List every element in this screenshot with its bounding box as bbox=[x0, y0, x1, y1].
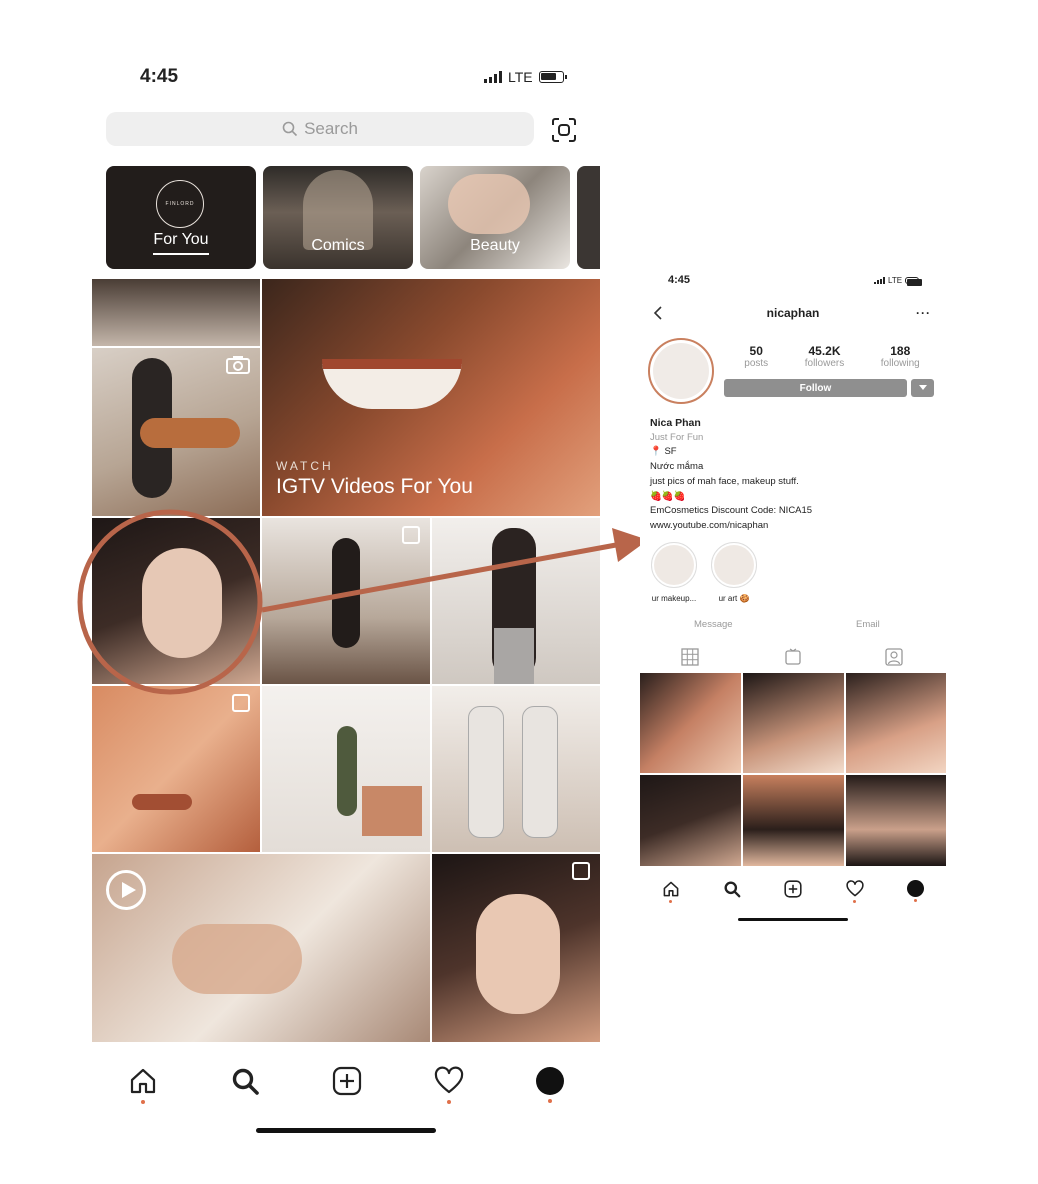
highlight-ring bbox=[711, 542, 757, 588]
chevron-down-icon bbox=[918, 385, 927, 390]
profile-grid-post[interactable] bbox=[846, 673, 946, 773]
profile-grid-post[interactable] bbox=[846, 775, 946, 866]
profile-grid-post[interactable] bbox=[640, 775, 741, 866]
stat-followers[interactable]: 45.2K followers bbox=[805, 344, 844, 369]
bio-emoji: 🍓🍓🍓 bbox=[650, 490, 686, 502]
network-label: LTE bbox=[888, 276, 903, 285]
bio-link[interactable]: www.youtube.com/nicaphan bbox=[650, 519, 940, 534]
profile-stats: 50 posts 45.2K followers 188 following bbox=[726, 344, 938, 369]
battery-icon bbox=[905, 277, 923, 286]
tagged-icon[interactable] bbox=[885, 648, 903, 666]
nav-home[interactable] bbox=[662, 880, 680, 903]
stat-value: 50 bbox=[749, 344, 763, 358]
heart-icon bbox=[846, 879, 864, 896]
bio-category: Just For Fun bbox=[650, 431, 704, 443]
profile-grid-post[interactable] bbox=[743, 673, 844, 773]
bio-line: Nước mắma bbox=[650, 461, 704, 473]
stat-label: followers bbox=[804, 358, 845, 369]
notification-dot bbox=[914, 899, 918, 902]
nav-spacer bbox=[731, 900, 734, 903]
bottom-nav bbox=[640, 876, 946, 906]
profile-grid-post[interactable] bbox=[640, 673, 741, 773]
avatar bbox=[653, 343, 709, 399]
add-post-icon bbox=[784, 879, 803, 898]
bio-line: EmCosmetics Discount Code: NICA15 bbox=[650, 505, 813, 517]
highlight-label: ur art 🍪 bbox=[718, 594, 750, 603]
stat-following[interactable]: 188 following bbox=[881, 344, 920, 369]
avatar bbox=[907, 880, 925, 897]
nav-add[interactable] bbox=[784, 879, 803, 903]
nav-activity[interactable] bbox=[846, 879, 864, 903]
stat-value: 188 bbox=[890, 344, 911, 358]
grid-view-icon[interactable] bbox=[681, 648, 699, 666]
email-button[interactable]: Email bbox=[856, 619, 880, 630]
more-options-icon[interactable]: ··· bbox=[916, 306, 931, 320]
follow-button[interactable]: Follow bbox=[724, 379, 907, 397]
nav-spacer bbox=[792, 900, 795, 903]
signal-icon bbox=[874, 277, 885, 284]
highlight-ring bbox=[651, 542, 697, 588]
stat-label: posts bbox=[744, 358, 769, 369]
notification-dot bbox=[853, 899, 857, 903]
igtv-icon[interactable] bbox=[784, 648, 802, 666]
bio-location: 📍 SF bbox=[650, 446, 677, 458]
bio-name: Nica Phan bbox=[650, 417, 701, 429]
highlight-cover bbox=[714, 545, 754, 585]
stat-label: following bbox=[880, 358, 920, 369]
home-icon bbox=[663, 881, 679, 896]
highlight-arrow-line bbox=[261, 542, 617, 613]
highlight-label: ur makeup... bbox=[651, 594, 697, 603]
stat-value: 45.2K bbox=[808, 344, 841, 358]
message-button[interactable]: Message bbox=[694, 619, 733, 630]
profile-bio: Nica Phan Just For Fun 📍 SF Nước mắma ju… bbox=[650, 416, 940, 534]
nav-search[interactable] bbox=[723, 880, 741, 903]
story-highlight[interactable]: ur makeup... bbox=[648, 542, 700, 603]
stat-posts[interactable]: 50 posts bbox=[744, 344, 768, 369]
home-indicator bbox=[738, 918, 848, 921]
notification-dot bbox=[669, 899, 673, 903]
status-indicators: LTE bbox=[874, 276, 923, 286]
profile-screen: 4:45 LTE nicaphan ··· 50 posts 45.2K fol… bbox=[640, 268, 946, 928]
profile-avatar-ring[interactable] bbox=[648, 338, 714, 404]
search-icon bbox=[724, 881, 741, 897]
story-highlight[interactable]: ur art 🍪 bbox=[708, 542, 760, 603]
status-time: 4:45 bbox=[668, 274, 691, 286]
highlight-cover bbox=[654, 545, 694, 585]
suggestions-button[interactable] bbox=[911, 379, 934, 397]
highlight-circle bbox=[77, 509, 263, 695]
bio-line: just pics of mah face, makeup stuff. bbox=[650, 475, 799, 487]
profile-grid-post[interactable] bbox=[743, 775, 844, 866]
nav-profile[interactable] bbox=[907, 880, 925, 902]
profile-username: nicaphan bbox=[766, 306, 820, 320]
